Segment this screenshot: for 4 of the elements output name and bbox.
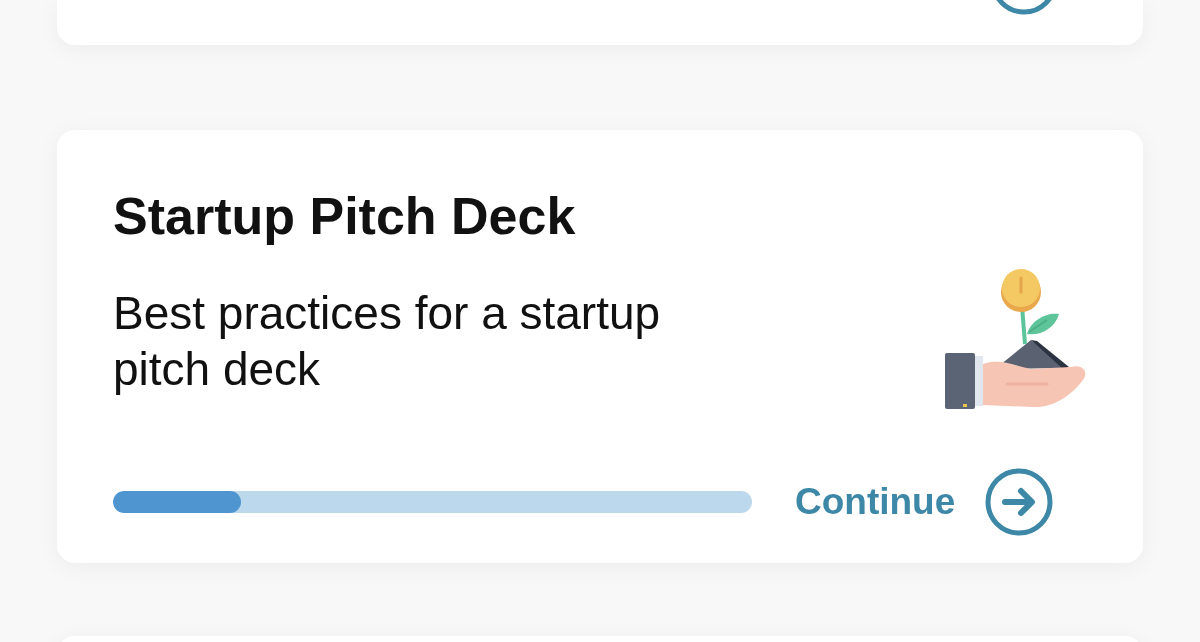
course-title: Startup Pitch Deck (113, 186, 577, 247)
continue-link[interactable]: Continue (795, 481, 956, 523)
arrow-circle-icon[interactable] (985, 468, 1054, 536)
course-description: Best practices for a startup pitch deck (113, 286, 662, 397)
